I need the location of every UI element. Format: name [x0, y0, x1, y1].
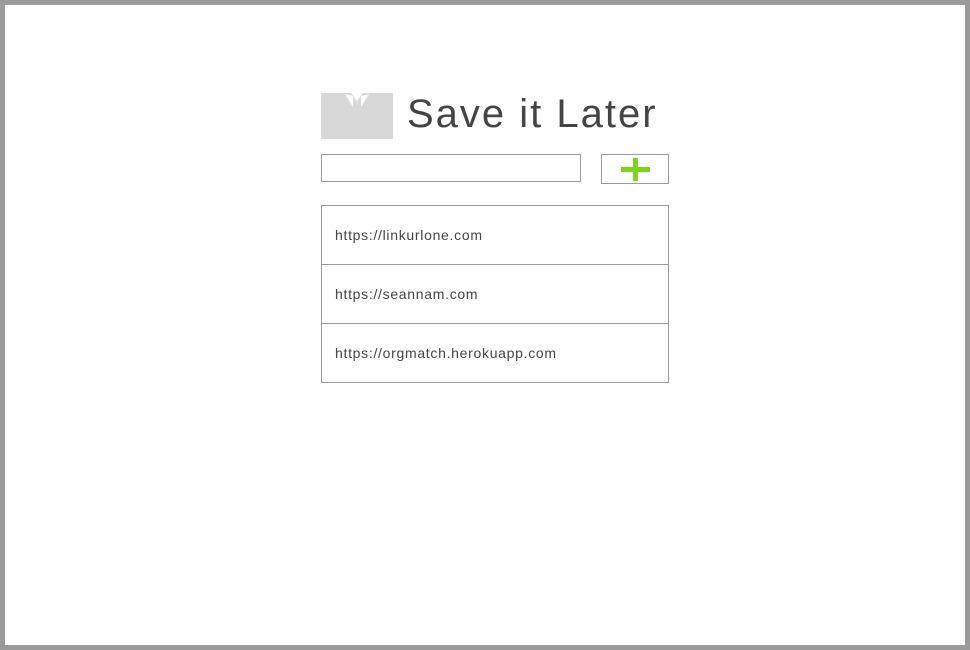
plus-icon	[620, 157, 650, 181]
app-window: Save it Later https://linkurlone.com htt…	[5, 5, 965, 645]
link-url: https://linkurlone.com	[335, 227, 483, 243]
saved-links-list: https://linkurlone.com https://seannam.c…	[321, 205, 669, 383]
link-url: https://orgmatch.herokuapp.com	[335, 345, 557, 361]
link-url: https://seannam.com	[335, 286, 479, 302]
link-item[interactable]: https://seannam.com	[321, 264, 669, 324]
app-header: Save it Later	[321, 88, 658, 140]
url-input[interactable]	[321, 154, 581, 182]
app-title: Save it Later	[407, 92, 658, 136]
link-item[interactable]: https://linkurlone.com	[321, 205, 669, 265]
book-icon	[321, 93, 393, 139]
add-link-button[interactable]	[601, 154, 669, 184]
link-item[interactable]: https://orgmatch.herokuapp.com	[321, 323, 669, 383]
